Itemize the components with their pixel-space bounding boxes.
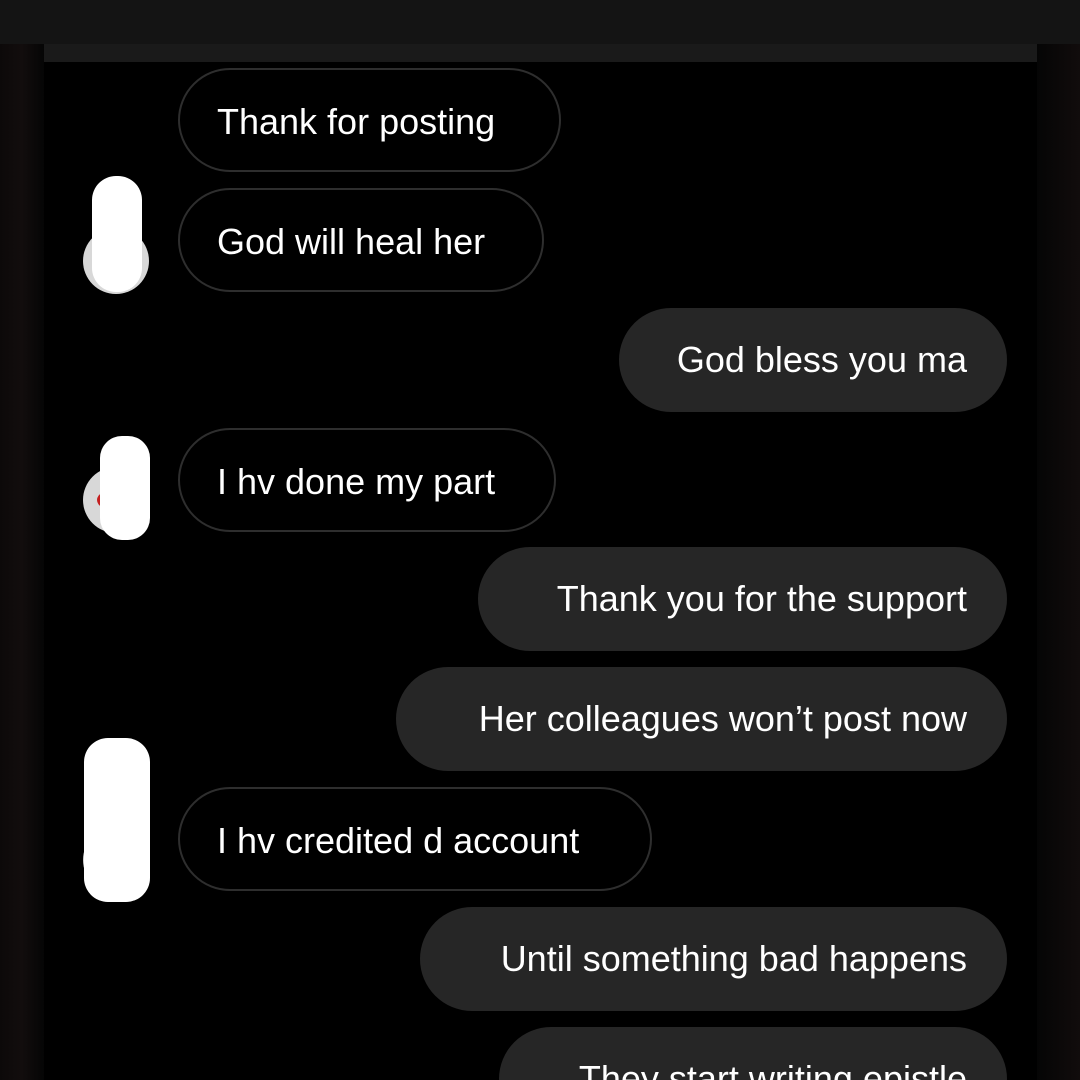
- screen-top-strip: [0, 0, 1080, 44]
- message-bubble-sent[interactable]: Until something bad happens: [420, 907, 1007, 1011]
- message-bubble-sent[interactable]: They start writing epistle: [499, 1027, 1007, 1080]
- redaction-scribble: [100, 436, 150, 540]
- chat-header-edge: [44, 44, 1037, 62]
- message-bubble-sent[interactable]: God bless you ma: [619, 308, 1007, 412]
- message-bubble-received[interactable]: Thank for posting: [178, 68, 561, 172]
- redaction-scribble: [92, 176, 142, 292]
- message-bubble-sent[interactable]: Her colleagues won’t post now: [396, 667, 1007, 771]
- message-bubble-received[interactable]: I hv done my part: [178, 428, 556, 532]
- right-edge-shadow: [1037, 44, 1080, 1080]
- message-bubble-sent[interactable]: Thank you for the support: [478, 547, 1007, 651]
- left-edge-shadow: [0, 44, 44, 1080]
- message-bubble-received[interactable]: God will heal her: [178, 188, 544, 292]
- redaction-scribble: [84, 738, 150, 902]
- message-bubble-received[interactable]: I hv credited d account: [178, 787, 652, 891]
